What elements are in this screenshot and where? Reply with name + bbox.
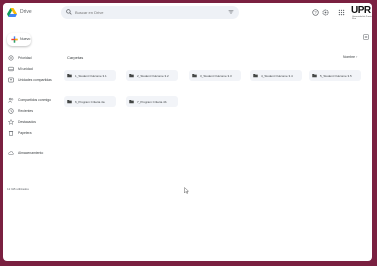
folder-icon xyxy=(67,74,72,78)
main-content: Carpetas Nombre ↑ 1_Student Outcome 3.1 … xyxy=(61,25,369,255)
info-icon[interactable] xyxy=(363,34,369,40)
app-header: Drive ? xyxy=(3,3,372,23)
folder-name: 4_Student Outcome 3.4 xyxy=(261,73,293,78)
help-icon[interactable]: ? xyxy=(312,9,319,16)
settings-gear-icon[interactable] xyxy=(322,9,329,16)
sidebar-item-label: Papelera xyxy=(18,131,32,135)
sidebar-item-recent[interactable]: Recientes xyxy=(7,107,57,116)
app-title: Drive xyxy=(20,9,32,15)
apps-grid-icon[interactable] xyxy=(338,9,345,16)
storage-usage: 12 GB utilizados xyxy=(7,187,29,191)
section-title-folders: Carpetas xyxy=(67,55,84,60)
folder-name: 1_Student Outcome 3.1 xyxy=(75,73,107,78)
trash-icon xyxy=(8,131,14,136)
drive-logo-icon[interactable] xyxy=(7,8,17,17)
upr-logo[interactable]: UPR xyxy=(351,5,371,16)
folder-name: 6_Program Criteria 4a xyxy=(75,99,105,104)
search-options-icon[interactable] xyxy=(228,9,234,15)
folder-item[interactable]: 5_Student Outcome 3.5 xyxy=(309,70,361,81)
sidebar-item-label: Almacenamiento xyxy=(18,151,44,155)
folder-name: 5_Student Outcome 3.5 xyxy=(320,73,352,78)
star-icon xyxy=(8,119,14,125)
sidebar-item-label: Destacados xyxy=(18,120,36,124)
folder-item[interactable]: 3_Student Outcome 3.3 xyxy=(189,70,241,81)
clock-icon xyxy=(8,108,14,114)
folder-icon xyxy=(192,74,197,78)
folder-icon xyxy=(129,74,134,78)
mouse-cursor-icon xyxy=(184,187,189,194)
drive-icon xyxy=(8,66,14,72)
folder-icon xyxy=(67,100,72,104)
new-button-label: Nuevo xyxy=(20,37,31,41)
people-icon xyxy=(8,97,14,103)
sidebar-item-shared-with-me[interactable]: Compartidos conmigo xyxy=(7,96,57,105)
folder-item[interactable]: 6_Program Criteria 4a xyxy=(64,96,116,107)
folder-name: 3_Student Outcome 3.3 xyxy=(200,73,232,78)
folder-item[interactable]: 2_Student Outcome 3.2 xyxy=(126,70,178,81)
folder-icon xyxy=(312,74,317,78)
folder-item[interactable]: 7_Program Criteria 4b xyxy=(126,96,178,107)
folder-icon xyxy=(253,74,258,78)
sort-button[interactable]: Nombre ↑ xyxy=(343,55,358,59)
sidebar-item-my-drive[interactable]: Mi unidad xyxy=(7,65,57,74)
sidebar-item-label: Recientes xyxy=(18,109,34,113)
svg-text:?: ? xyxy=(314,10,317,15)
search-input[interactable] xyxy=(75,8,225,17)
new-button[interactable]: Nuevo xyxy=(7,33,31,46)
drive-window: Drive ? xyxy=(3,3,372,261)
sidebar-item-label: Compartidos conmigo xyxy=(18,98,51,102)
folder-icon xyxy=(129,100,134,104)
sidebar-item-starred[interactable]: Destacados xyxy=(7,118,57,127)
folder-name: 2_Student Outcome 3.2 xyxy=(137,73,169,78)
sidebar-item-label: Prioridad xyxy=(18,56,32,60)
folder-item[interactable]: 4_Student Outcome 3.4 xyxy=(250,70,302,81)
sidebar-item-label: Mi unidad xyxy=(18,67,33,71)
search-bar[interactable] xyxy=(61,6,239,19)
folder-name: 7_Program Criteria 4b xyxy=(137,99,167,104)
sidebar-item-trash[interactable]: Papelera xyxy=(7,129,57,138)
plus-icon xyxy=(11,36,18,43)
search-icon[interactable] xyxy=(66,9,72,15)
sidebar-item-shared-drives[interactable]: Unidades compartidas xyxy=(7,76,57,85)
sidebar-item-storage[interactable]: Almacenamiento xyxy=(7,149,57,158)
folder-item[interactable]: 1_Student Outcome 3.1 xyxy=(64,70,116,81)
sidebar-item-label: Unidades compartidas xyxy=(18,78,52,82)
shared-drives-icon xyxy=(8,77,14,83)
upr-logo-subtitle: Universidad de Puerto Rico xyxy=(352,16,372,20)
home-icon xyxy=(8,55,14,61)
cloud-icon xyxy=(8,151,14,155)
sidebar-item-priority[interactable]: Prioridad xyxy=(7,54,57,63)
